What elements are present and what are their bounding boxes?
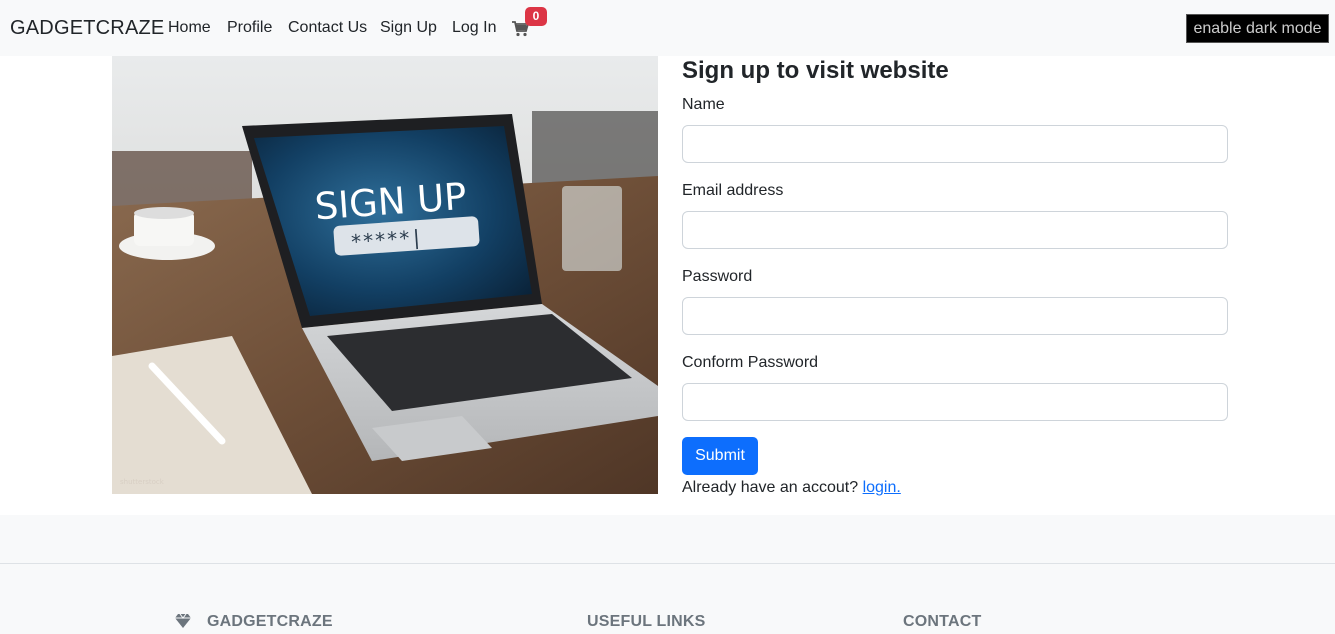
nav-log-in[interactable]: Log In <box>452 19 496 37</box>
name-input[interactable] <box>682 125 1228 163</box>
nav-profile[interactable]: Profile <box>227 19 272 37</box>
submit-button[interactable]: Submit <box>682 437 758 475</box>
password-label: Password <box>682 268 753 285</box>
navbar: GADGETCRAZE Home Profile Contact Us Sign… <box>0 0 1335 56</box>
footer-divider <box>0 563 1335 564</box>
nav-home[interactable]: Home <box>168 19 211 37</box>
email-input[interactable] <box>682 211 1228 249</box>
signup-hero-image: SIGN UP *****| shutterstock <box>112 56 658 494</box>
svg-text:*****|: *****| <box>349 225 423 254</box>
already-account-label: Already have an accout? <box>682 479 859 496</box>
name-label: Name <box>682 96 725 113</box>
password-input[interactable] <box>682 297 1228 335</box>
footer: GADGETCRAZE USEFUL LINKS CONTACT <box>0 515 1335 634</box>
email-label: Email address <box>682 182 784 199</box>
nav-sign-up[interactable]: Sign Up <box>380 19 437 37</box>
nav-contact-us[interactable]: Contact Us <box>288 19 367 37</box>
confirm-password-label: Conform Password <box>682 354 819 371</box>
cart-count-badge: 0 <box>525 7 547 26</box>
confirm-password-input[interactable] <box>682 383 1228 421</box>
form-title: Sign up to visit website <box>682 57 949 84</box>
gem-icon <box>175 613 191 628</box>
footer-contact-heading: CONTACT <box>903 613 982 630</box>
svg-text:shutterstock: shutterstock <box>120 478 165 486</box>
brand-link[interactable]: GADGETCRAZE <box>10 17 164 40</box>
dark-mode-toggle-button[interactable]: enable dark mode <box>1186 14 1329 43</box>
footer-brand-heading: GADGETCRAZE <box>207 613 333 630</box>
footer-useful-links-heading: USEFUL LINKS <box>587 613 706 630</box>
login-link[interactable]: login. <box>863 479 901 496</box>
already-account-text: Already have an accout? login. <box>682 479 901 497</box>
